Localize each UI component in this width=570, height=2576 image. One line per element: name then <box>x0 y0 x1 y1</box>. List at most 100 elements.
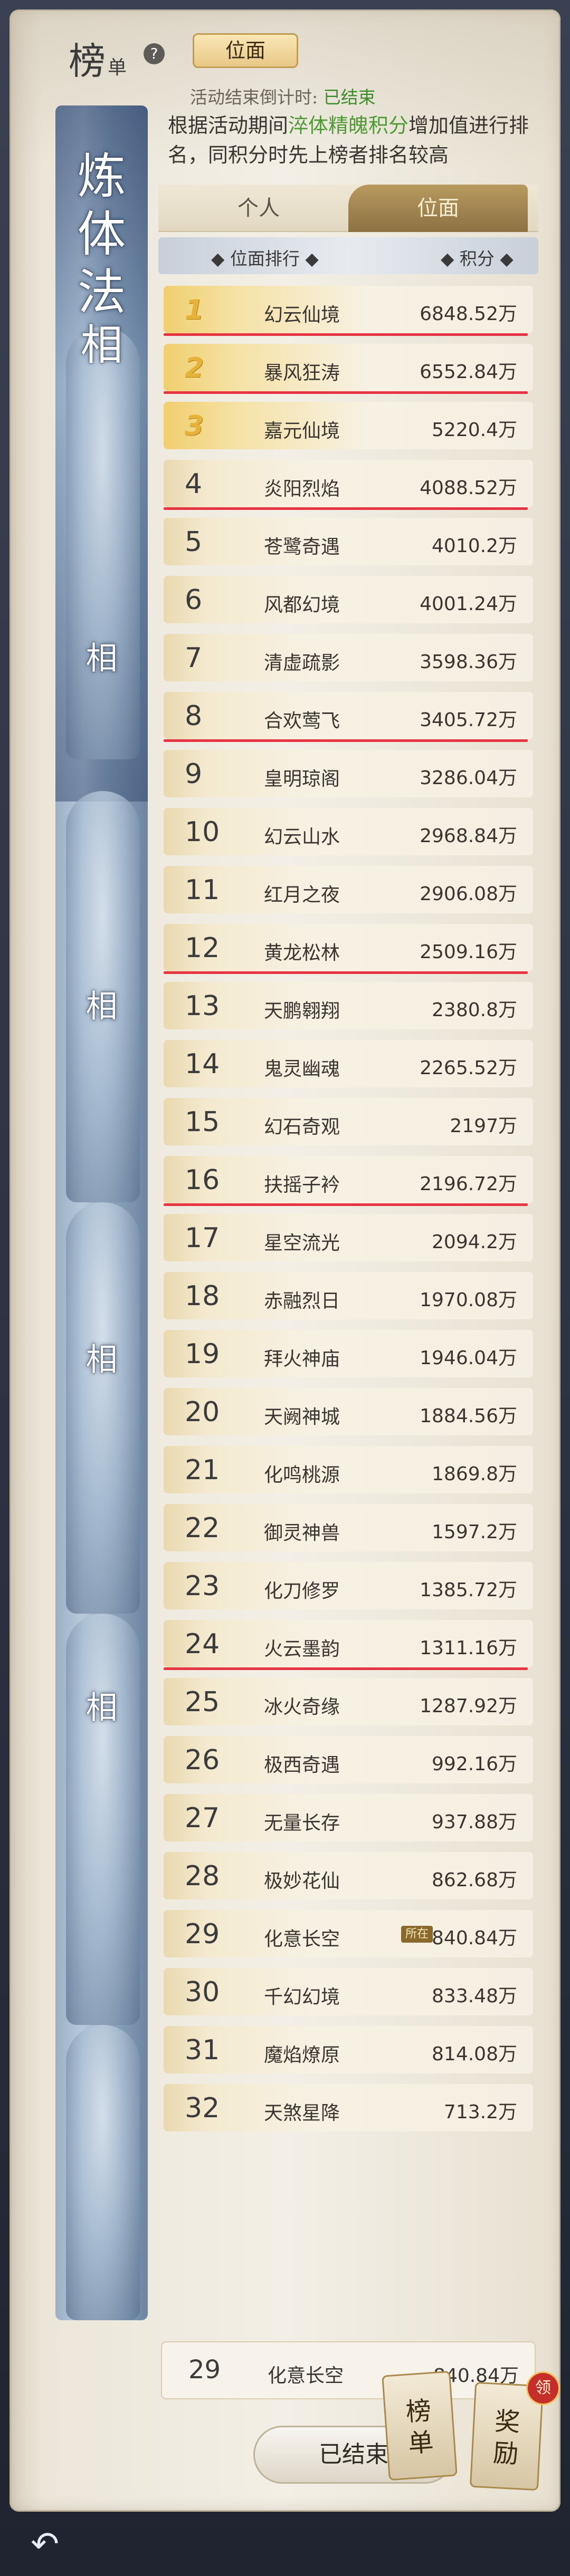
red-underline <box>164 507 528 510</box>
row-name: 炎阳烈焰 <box>264 478 340 500</box>
row-score: 2968.84万 <box>420 825 517 847</box>
table-row: 29 化意长空 840.84万 所在 <box>158 1904 538 1962</box>
red-underline <box>164 333 528 336</box>
row-background: 29 化意长空 840.84万 所在 <box>164 1910 533 1957</box>
row-background: 19 拜火神庙 1946.04万 <box>164 1330 533 1377</box>
row-background: 4 炎阳烈焰 4088.52万 <box>164 460 533 507</box>
row-name: 皇明琼阁 <box>264 768 340 790</box>
row-rank: 5 <box>185 526 203 558</box>
row-background: 11 红月之夜 2906.08万 <box>164 866 533 913</box>
row-background: 26 极西奇遇 992.16万 <box>164 1736 533 1783</box>
row-rank: 17 <box>185 1222 220 1254</box>
row-name: 魔焰燎原 <box>264 2044 340 2066</box>
claim-badge[interactable]: 领 <box>528 2373 558 2404</box>
row-name: 天阙神城 <box>264 1406 340 1428</box>
row-background: 15 幻石奇观 2197万 <box>164 1098 533 1145</box>
row-score: 1884.56万 <box>420 1405 517 1427</box>
row-score: 937.88万 <box>432 1811 517 1833</box>
row-background: 27 无量长存 937.88万 <box>164 1794 533 1841</box>
strip-char: 相 <box>86 988 118 1025</box>
row-name: 嘉元仙境 <box>264 420 340 442</box>
row-rank: 11 <box>185 874 220 906</box>
row-score: 3598.36万 <box>420 651 517 673</box>
row-score: 4001.24万 <box>420 593 517 615</box>
row-score: 1385.72万 <box>420 1579 517 1601</box>
table-row: 23 化刀修罗 1385.72万 <box>158 1556 538 1614</box>
row-score: 840.84万 <box>432 1927 517 1949</box>
header-score: ◆ 积分 ◆ <box>441 248 514 269</box>
row-background: 21 化鸣桃源 1869.8万 <box>164 1446 533 1493</box>
countdown-status: 已结束 <box>323 87 376 108</box>
row-rank: 18 <box>185 1280 220 1312</box>
row-rank: 20 <box>185 1396 220 1428</box>
row-name: 化鸣桃源 <box>264 1464 340 1486</box>
table-row: 27 无量长存 937.88万 <box>158 1788 538 1846</box>
row-name: 极妙花仙 <box>264 1870 340 1892</box>
row-score: 862.68万 <box>432 1869 517 1891</box>
row-background: 14 鬼灵幽魂 2265.52万 <box>164 1040 533 1087</box>
row-rank: 26 <box>185 1744 220 1776</box>
row-score: 2094.2万 <box>432 1231 517 1253</box>
row-name: 鬼灵幽魂 <box>264 1058 340 1080</box>
table-row: 1 幻云仙境 6848.52万 <box>158 279 538 337</box>
row-name: 赤融烈日 <box>264 1290 340 1312</box>
table-row: 18 赤融烈日 1970.08万 <box>158 1266 538 1324</box>
row-rank: 12 <box>185 932 220 964</box>
table-row: 32 天煞星降 713.2万 <box>158 2078 538 2136</box>
row-background: 23 化刀修罗 1385.72万 <box>164 1562 533 1609</box>
row-rank: 19 <box>185 1338 220 1370</box>
back-arrow-icon[interactable]: ↶ <box>26 2526 63 2563</box>
row-rank: 32 <box>185 2092 220 2124</box>
row-rank: 25 <box>185 1686 220 1718</box>
row-rank: 14 <box>185 1048 220 1080</box>
tab-plane[interactable]: 位面 <box>348 185 528 232</box>
strip-char: 相 <box>86 1342 118 1378</box>
strip-figure <box>66 1614 140 2025</box>
row-name: 红月之夜 <box>264 884 340 906</box>
row-name: 暴风狂涛 <box>264 362 340 384</box>
row-score: 1311.16万 <box>420 1637 517 1659</box>
list-header: ◆ 位面排行 ◆ ◆ 积分 ◆ <box>158 237 538 274</box>
reward-tab-char: 奖 <box>493 2406 521 2438</box>
tab-personal[interactable]: 个人 <box>169 185 348 232</box>
row-rank: 29 <box>185 1918 220 1950</box>
table-row: 8 合欢莺飞 3405.72万 <box>158 686 538 744</box>
row-name: 千幻幻境 <box>264 1986 340 2008</box>
row-name: 火云墨韵 <box>264 1638 340 1660</box>
row-score: 1869.8万 <box>432 1463 517 1485</box>
row-name: 极西奇遇 <box>264 1754 340 1776</box>
table-row: 5 苍鹭奇遇 4010.2万 <box>158 512 538 570</box>
row-rank: 22 <box>185 1512 220 1544</box>
reward-tab-char: 励 <box>492 2438 519 2469</box>
table-row: 24 火云墨韵 1311.16万 <box>158 1614 538 1672</box>
table-row: 6 风都幻境 4001.24万 <box>158 570 538 628</box>
help-icon[interactable]: ? <box>144 43 165 64</box>
row-rank: 24 <box>185 1628 220 1660</box>
row-score: 814.08万 <box>432 2043 517 2065</box>
row-rank: 23 <box>185 1570 220 1602</box>
row-background: 3 嘉元仙境 5220.4万 <box>164 402 533 449</box>
row-background: 12 黄龙松林 2509.16万 <box>164 924 533 971</box>
row-background: 5 苍鹭奇遇 4010.2万 <box>164 518 533 565</box>
row-background: 25 冰火奇缘 1287.92万 <box>164 1678 533 1725</box>
table-row: 14 鬼灵幽魂 2265.52万 <box>158 1034 538 1092</box>
table-row: 25 冰火奇缘 1287.92万 <box>158 1672 538 1730</box>
row-background: 7 清虚疏影 3598.36万 <box>164 634 533 681</box>
row-rank: 28 <box>185 1860 220 1892</box>
my-rank: 29 <box>188 2355 221 2385</box>
row-name: 苍鹭奇遇 <box>264 536 340 558</box>
row-background: 16 扶摇子衿 2196.72万 <box>164 1156 533 1203</box>
row-background: 20 天阙神城 1884.56万 <box>164 1388 533 1435</box>
row-background: 22 御灵神兽 1597.2万 <box>164 1504 533 1551</box>
board-tab[interactable]: 榜 单 <box>382 2370 458 2481</box>
desc-highlight: 淬体精魄积分 <box>288 114 409 137</box>
row-background: 17 星空流光 2094.2万 <box>164 1214 533 1261</box>
top-tab-plane[interactable]: 位面 <box>193 33 298 68</box>
row-score: 3286.04万 <box>420 767 517 789</box>
table-row: 20 天阙神城 1884.56万 <box>158 1382 538 1440</box>
row-score: 3405.72万 <box>420 709 517 731</box>
row-score: 1597.2万 <box>432 1521 517 1543</box>
row-rank: 31 <box>185 2034 220 2066</box>
title-sub: 单 <box>108 57 129 79</box>
row-rank: 15 <box>185 1106 220 1138</box>
